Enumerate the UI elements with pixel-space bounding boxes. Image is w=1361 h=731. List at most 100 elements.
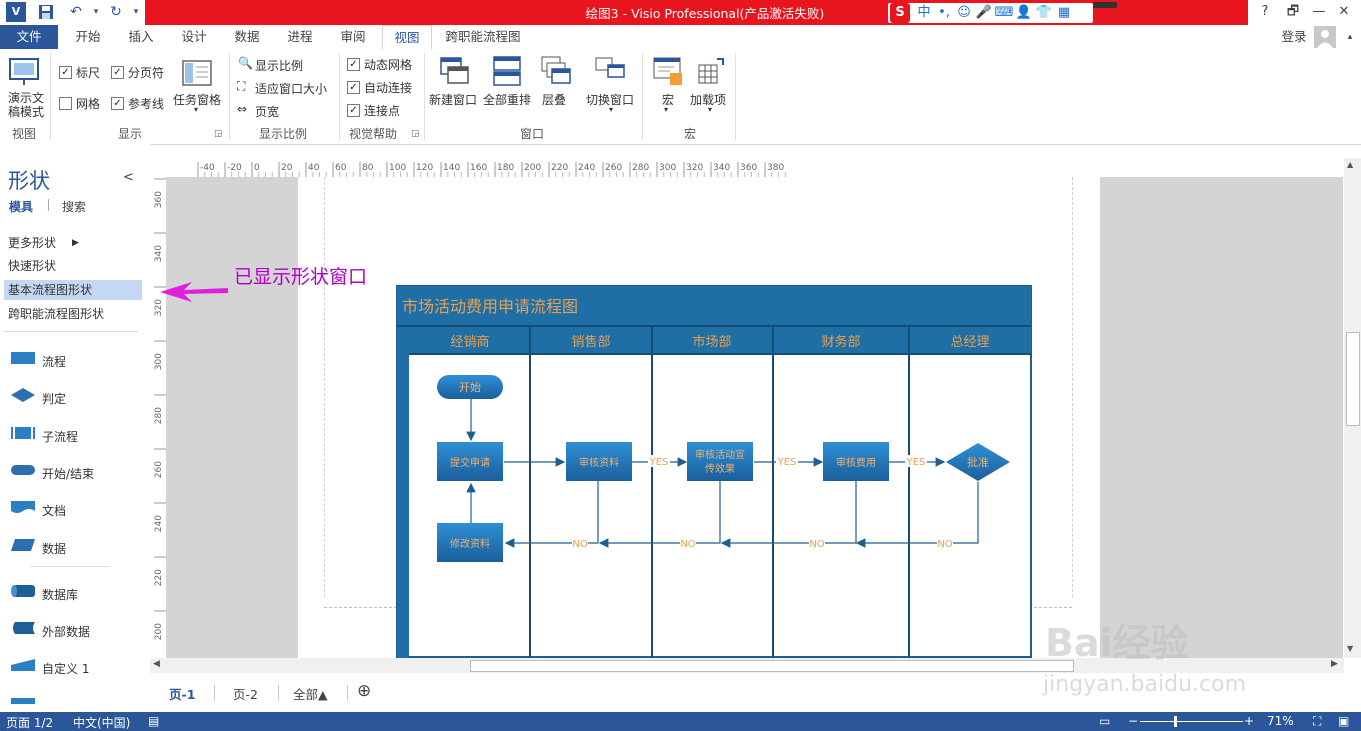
undo-icon[interactable]: ↶ — [66, 2, 86, 22]
tab-view[interactable]: 视图 — [382, 25, 432, 51]
microphone-icon[interactable]: 🎤 — [974, 3, 994, 23]
fit-page-icon[interactable]: ⛶ — [1313, 714, 1321, 729]
tab-home[interactable]: 开始 — [66, 25, 110, 49]
shirt-icon[interactable]: 👕 — [1034, 3, 1054, 23]
user-icon[interactable]: 👤 — [1014, 3, 1034, 23]
zoom-slider-thumb[interactable] — [1174, 716, 1177, 727]
qat-customize-icon[interactable]: ▾ — [126, 2, 146, 22]
macros-button[interactable] — [652, 55, 684, 90]
scroll-down-icon[interactable]: ▼ — [1347, 644, 1353, 653]
redo-icon[interactable]: ↻ — [106, 2, 126, 22]
tab-file[interactable]: 文件 — [0, 25, 58, 49]
arrange-all-button[interactable] — [491, 55, 523, 90]
ime-handle[interactable] — [1093, 2, 1117, 8]
fit-window-button[interactable]: 适应窗口大小 — [255, 80, 327, 97]
dialog-launcher-icon[interactable]: ◲ — [214, 129, 223, 139]
master-start-end[interactable] — [10, 462, 36, 484]
dynamic-grid-checkbox[interactable]: ✓ — [347, 58, 360, 71]
presentation-mode-icon[interactable]: ▭ — [1099, 714, 1110, 728]
new-window-button[interactable] — [438, 55, 470, 90]
page-tab-1[interactable]: 页-1 — [169, 684, 195, 703]
all-pages-tab[interactable]: 全部▲ — [293, 684, 328, 703]
stencil-quick-shapes[interactable]: 快速形状 — [4, 256, 142, 276]
close-button[interactable]: ✕ — [1331, 2, 1357, 22]
scroll-thumb[interactable] — [1346, 332, 1360, 426]
avatar[interactable] — [1314, 26, 1336, 48]
tab-design[interactable]: 设计 — [172, 25, 216, 49]
addins-button[interactable] — [695, 55, 727, 90]
task-pane-button[interactable] — [181, 57, 213, 92]
sogou-logo-icon[interactable]: S — [890, 3, 910, 23]
task-pane-dropdown-icon[interactable]: ▾ — [194, 105, 198, 114]
tab-cross-functional[interactable]: 跨职能流程图 — [440, 25, 526, 49]
zoom-button[interactable]: 显示比例 — [255, 57, 303, 74]
minimize-button[interactable]: — — [1306, 2, 1332, 22]
guides-checkbox[interactable]: ✓ — [111, 97, 124, 110]
zoom-out-icon[interactable]: − — [1128, 714, 1138, 728]
visio-logo-icon[interactable]: V — [6, 2, 26, 22]
switch-windows-status-icon[interactable]: ▣ — [1338, 714, 1349, 728]
master-decision[interactable] — [10, 387, 36, 409]
more-shapes-menu[interactable]: 更多形状 ▶ — [4, 233, 142, 253]
zoom-slider[interactable] — [1140, 721, 1243, 722]
language-indicator[interactable]: 中文(中国) — [73, 714, 130, 731]
save-icon[interactable] — [36, 2, 56, 22]
scroll-up-icon[interactable]: ▲ — [1347, 160, 1353, 169]
page-tab-2[interactable]: 页-2 — [233, 684, 258, 703]
scroll-thumb[interactable] — [470, 660, 1074, 672]
collapse-pane-button[interactable]: < — [123, 170, 134, 185]
login-link[interactable]: 登录 — [1276, 25, 1312, 49]
page-indicator[interactable]: 页面 1/2 — [6, 714, 53, 731]
page-breaks-checkbox[interactable]: ✓ — [111, 66, 124, 79]
tab-review[interactable]: 审阅 — [331, 25, 375, 49]
tab-process[interactable]: 进程 — [278, 25, 322, 49]
punctuation-icon[interactable]: •, — [934, 3, 954, 23]
master-database[interactable] — [10, 583, 36, 605]
stencil-basic-flowchart[interactable]: 基本流程图形状 — [4, 280, 142, 300]
macros-dropdown-icon[interactable]: ▾ — [664, 105, 668, 114]
zoom-in-icon[interactable]: + — [1244, 714, 1254, 728]
scroll-right-icon[interactable]: ▶ — [1331, 659, 1338, 669]
page-width-icon[interactable]: ⇔ — [237, 102, 247, 116]
emoji-icon[interactable]: ☺ — [954, 3, 974, 23]
vertical-scrollbar[interactable]: ▲ ▼ — [1344, 158, 1361, 658]
cascade-button[interactable] — [540, 55, 572, 90]
addins-dropdown-icon[interactable]: ▾ — [708, 105, 712, 114]
add-page-icon[interactable]: ⊕ — [357, 681, 371, 701]
page-width-button[interactable]: 页宽 — [255, 103, 279, 120]
drawing-page[interactable]: 市场活动费用申请流程图 经销商 销售部 市场部 财务部 总经理 开始 提交申请 … — [298, 177, 1100, 658]
stencil-cross-functional[interactable]: 跨职能流程图形状 — [4, 304, 142, 324]
vertical-ruler[interactable]: 360 340 320 300 280 260 240 220 200 — [150, 177, 167, 658]
search-nav[interactable]: 搜索 — [62, 198, 86, 215]
connection-points-checkbox[interactable]: ✓ — [347, 104, 360, 117]
help-button[interactable]: ? — [1252, 2, 1278, 22]
ime-mode-indicator[interactable]: 中 — [914, 3, 934, 23]
macro-record-icon[interactable]: ▤ — [148, 714, 159, 728]
ribbon-display-button[interactable]: 🗗 — [1280, 2, 1306, 22]
fit-window-icon[interactable]: ⛶ — [237, 79, 245, 94]
scroll-left-icon[interactable]: ◀ — [153, 659, 160, 669]
keyboard-icon[interactable]: ⌨ — [994, 3, 1014, 23]
grid-menu-icon[interactable]: ▦ — [1054, 3, 1074, 23]
zoom-level[interactable]: 71% — [1267, 714, 1294, 728]
master-partial[interactable] — [11, 698, 35, 704]
cross-functional-flowchart[interactable]: 市场活动费用申请流程图 经销商 销售部 市场部 财务部 总经理 开始 提交申请 … — [396, 285, 1032, 658]
master-document[interactable] — [10, 499, 36, 521]
tab-data[interactable]: 数据 — [225, 25, 269, 49]
zoom-icon[interactable]: 🔍 — [238, 56, 253, 70]
master-process[interactable] — [10, 350, 36, 372]
switch-windows-button[interactable] — [594, 55, 626, 90]
undo-dropdown-icon[interactable]: ▾ — [86, 2, 106, 22]
master-custom-1[interactable] — [10, 657, 36, 679]
ruler-checkbox[interactable]: ✓ — [59, 66, 72, 79]
grid-checkbox[interactable] — [59, 97, 72, 110]
switch-windows-dropdown-icon[interactable]: ▾ — [609, 105, 613, 114]
auto-connect-checkbox[interactable]: ✓ — [347, 81, 360, 94]
master-data[interactable] — [10, 537, 36, 559]
ribbon-collapse-icon[interactable]: ▴ — [1340, 25, 1360, 49]
presentation-mode-button[interactable] — [8, 55, 40, 90]
master-subprocess[interactable] — [10, 425, 36, 447]
tab-insert[interactable]: 插入 — [119, 25, 163, 49]
dialog-launcher-icon[interactable]: ◲ — [411, 129, 420, 139]
stencils-nav[interactable]: 模具 — [9, 198, 33, 215]
